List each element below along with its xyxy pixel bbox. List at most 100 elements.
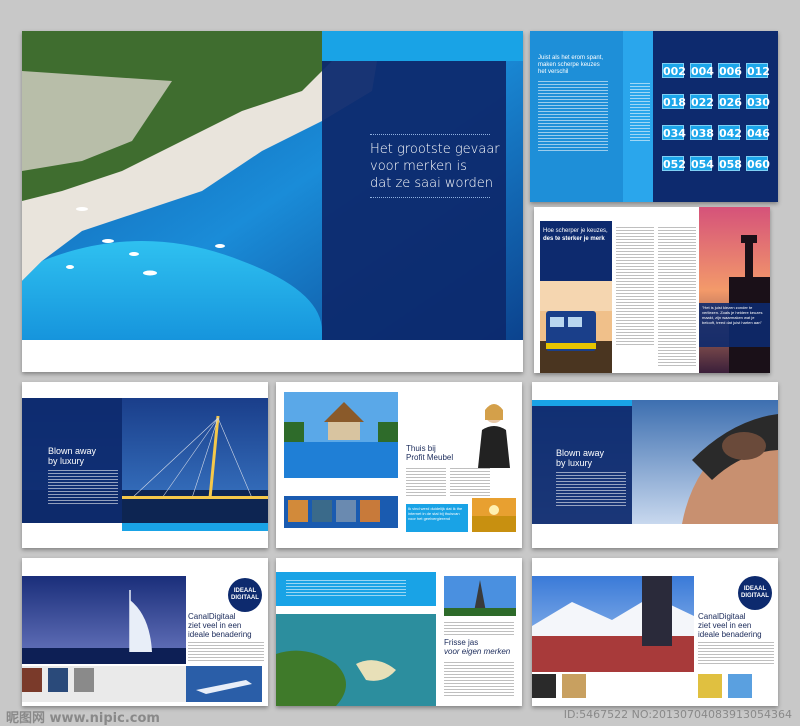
resort-pool-photo [284,392,398,478]
goggles-headline: Blown away by luxury [556,448,626,468]
canaldigitaal-body-text [698,642,774,666]
canaldigitaal-headline-line3: ideale benadering [188,630,252,639]
badge-line2: DIGITAAL [231,595,259,601]
plane-photo [186,666,262,702]
spread-bridge: Blown away by luxury [22,382,268,548]
headline-panel [322,61,506,340]
canaldigitaal-headline-line1: CanalDigitaal [188,612,236,621]
thumbnail[interactable] [22,668,42,692]
canaldigitaal-badge: IDEAAL DIGITAAL [228,578,262,612]
frisse-body-text-2 [444,662,514,696]
canaldigitaal-body-text [188,642,264,662]
profit-headline: Thuis bij Profit Meubel [406,444,466,462]
page-number-tile[interactable]: 026 [718,94,742,109]
goggles-body-text [556,472,626,506]
thumbnail[interactable] [728,674,752,698]
page-number-tile[interactable]: 018 [662,94,686,109]
page-number-tile[interactable]: 060 [746,156,770,171]
profit-caption: Ik vind werd duidelijk dat ik the intern… [408,506,463,521]
frisse-body-text [444,622,514,636]
page-number-tile[interactable]: 046 [746,125,770,140]
page-number-tile[interactable]: 002 [662,63,686,78]
hero-headline-line1: Het grootste gevaar [370,142,500,157]
goggles-headline-line1: Blown away [556,448,605,458]
thumbnail[interactable] [288,500,308,522]
badge-line1: IDEAAL [743,586,767,592]
canaldigitaal-headline-line2: ziet veel in een [188,621,242,630]
bridge-headline-line2: by luxury [48,456,85,466]
businesswoman-portrait [478,404,510,468]
spread-hero: Het grootste gevaar voor merken is dat z… [22,31,523,372]
bridge-cyan-bar [122,523,268,531]
goggles-headline-line2: by luxury [556,458,593,468]
bridge-body-text [48,470,118,506]
spread-goggles: Blown away by luxury [532,382,778,548]
frisse-headline-line2: voor eigen merken [444,647,511,656]
page-number-tile[interactable]: 034 [662,125,686,140]
headline-rule-top [370,134,490,135]
thumbnail[interactable] [74,668,94,692]
hero-headline-line3: dat ze saai worden [370,176,494,191]
thumbnail[interactable] [532,674,556,698]
canaldigitaal-headline: CanalDigitaal ziet veel in een ideale be… [698,612,774,639]
thumbnail[interactable] [48,668,68,692]
page-number-tile[interactable]: 004 [690,63,714,78]
cyan-accent-strip [322,31,523,61]
thumbnail[interactable] [698,674,722,698]
ski-resort-crowd-photo [532,576,694,672]
canaldigitaal-badge: IDEAAL DIGITAAL [738,576,772,610]
headline-rule-bottom [370,197,490,198]
profit-body-column-1 [406,468,446,498]
page-number-tile[interactable]: 012 [746,63,770,78]
profit-headline-line1: Thuis bij [406,444,436,453]
train-photo [540,281,612,373]
spread-choices: Hoe scherper je keuzes, des te sterker j… [534,207,770,373]
bottom-thumbnails [532,674,778,704]
choices-text-column-2 [658,227,696,367]
page-number-tile[interactable]: 042 [718,125,742,140]
spread-profit-meubel: Thuis bij Profit Meubel Ik vind werd dui… [276,382,522,548]
thumbnail-strip [284,496,398,528]
number-grid: 002 004 006 012 018 022 026 030 034 038 … [662,63,772,193]
page-number-tile[interactable]: 038 [690,125,714,140]
page-number-tile[interactable]: 006 [718,63,742,78]
watermark-footer: 昵图网 www.nipic.com ID:5467522 NO:20130704… [0,705,800,726]
thumbnail[interactable] [336,500,356,522]
hero-headline: Het grootste gevaar voor merken is dat z… [370,141,510,192]
choices-headline-line1: Hoe scherper je keuzes, [543,228,608,234]
page-number-tile[interactable]: 054 [690,156,714,171]
sunflower-field-photo [472,498,516,532]
watermark-right: ID:5467522 NO:20130704083913054364 [563,708,792,721]
spread-canaldigitaal-1: IDEAAL DIGITAAL CanalDigitaal ziet veel … [22,558,268,706]
canaldigitaal-headline-line2: ziet veel in een [698,621,752,630]
contents-intro-body [538,81,608,151]
contents-side-column [630,83,650,143]
watermark-left: 昵图网 www.nipic.com [6,711,160,726]
frisse-intro-text [286,580,406,598]
bridge-headline: Blown away by luxury [48,446,118,466]
spread-canaldigitaal-2: IDEAAL DIGITAAL CanalDigitaal ziet veel … [532,558,778,706]
eiffel-tower-photo [444,576,516,616]
choices-headline: Hoe scherper je keuzes, des te sterker j… [543,227,613,243]
choices-text-column-1 [616,227,654,347]
hero-headline-line2: voor merken is [370,159,467,174]
lighthouse-sunset-photo [699,207,770,373]
thumbnail[interactable] [360,500,380,522]
choices-headline-line2: des te sterker je merk [543,236,605,242]
canaldigitaal-headline: CanalDigitaal ziet veel in een ideale be… [188,612,264,639]
page-number-tile[interactable]: 030 [746,94,770,109]
page-number-tile[interactable]: 058 [718,156,742,171]
page-number-tile[interactable]: 052 [662,156,686,171]
canaldigitaal-headline-line3: ideale benadering [698,630,762,639]
bridge-headline-line1: Blown away [48,446,97,456]
profit-body-column-2 [450,468,490,498]
choices-quote: "Het is juist kiezen zonder te verliezen… [702,305,763,325]
page-bottom-band [22,340,523,372]
spread-contents: Juist als het erom spant, maken scherpe … [530,31,778,202]
contents-intro-heading: Juist als het erom spant, maken scherpe … [538,55,604,75]
page-number-tile[interactable]: 022 [690,94,714,109]
spread-frisse-jas: Frisse jas voor eigen merken [276,558,522,706]
canaldigitaal-headline-line1: CanalDigitaal [698,612,746,621]
thumbnail[interactable] [562,674,586,698]
thumbnail[interactable] [312,500,332,522]
